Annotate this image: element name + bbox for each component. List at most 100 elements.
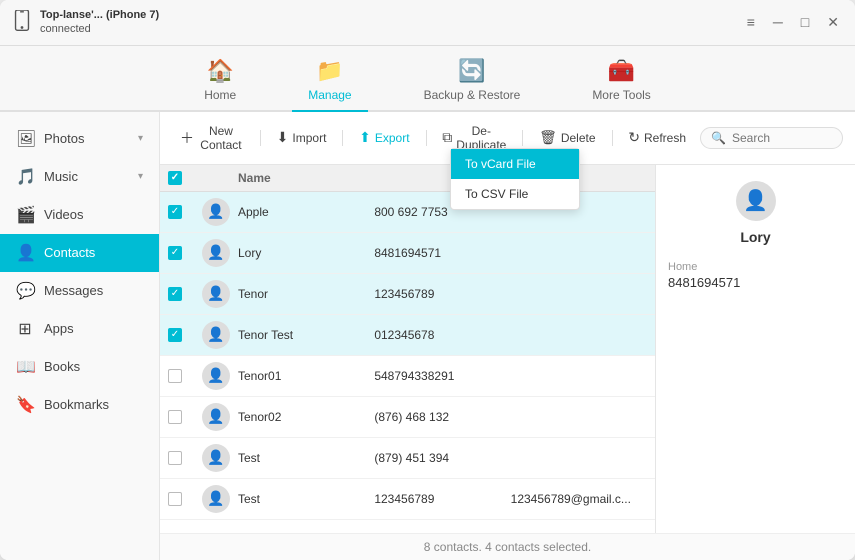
export-icon: ⬆ <box>359 129 371 146</box>
refresh-icon: ↻ <box>628 129 640 146</box>
music-expand-icon: ▾ <box>138 171 143 182</box>
avatar-1: 👤 <box>202 239 230 267</box>
checkbox-2[interactable]: ✓ <box>168 287 182 301</box>
row-phone-5: (876) 468 132 <box>374 410 510 424</box>
table-row[interactable]: 👤 Tenor02 (876) 468 132 <box>160 397 655 438</box>
detail-avatar-circle: 👤 <box>736 181 776 221</box>
sidebar-item-music[interactable]: 🎵 Music ▾ <box>0 158 159 196</box>
sep1 <box>260 130 261 146</box>
row-check-1: ✓ <box>168 246 202 260</box>
import-icon: ⬇ <box>277 129 289 146</box>
sidebar-item-bookmarks[interactable]: 🔖 Bookmarks <box>0 386 159 424</box>
sidebar-messages-label: Messages <box>44 283 103 298</box>
menu-button[interactable]: ≡ <box>743 12 759 32</box>
detail-name: Lory <box>668 229 843 245</box>
row-check-0: ✓ <box>168 205 202 219</box>
delete-button[interactable]: 🗑 Delete <box>531 125 603 150</box>
nav-item-backup[interactable]: 🔄 Backup & Restore <box>408 54 537 112</box>
select-all-checkbox[interactable]: ✓ <box>168 171 182 185</box>
avatar-3: 👤 <box>202 321 230 349</box>
table-row[interactable]: ✓ 👤 Tenor 123456789 <box>160 274 655 315</box>
sep4 <box>522 130 523 146</box>
row-avatar-7: 👤 <box>202 485 238 513</box>
top-nav: 🏠 Home 📁 Manage 🔄 Backup & Restore 🧰 Mor… <box>0 46 855 112</box>
row-name-7: Test <box>238 492 374 506</box>
import-label: Import <box>292 131 326 145</box>
checkbox-3[interactable]: ✓ <box>168 328 182 342</box>
sidebar-item-videos[interactable]: 🎬 Videos <box>0 196 159 234</box>
table-row[interactable]: ✓ 👤 Tenor Test 012345678 <box>160 315 655 356</box>
row-avatar-3: 👤 <box>202 321 238 349</box>
table-row[interactable]: ✓ 👤 Lory 8481694571 <box>160 233 655 274</box>
row-name-3: Tenor Test <box>238 328 374 342</box>
dropdown-item-vcard[interactable]: To vCard File <box>451 149 579 179</box>
nav-item-tools[interactable]: 🧰 More Tools <box>576 54 666 112</box>
row-phone-6: (879) 451 394 <box>374 451 510 465</box>
avatar-7: 👤 <box>202 485 230 513</box>
nav-backup-label: Backup & Restore <box>424 88 521 102</box>
checkbox-6[interactable] <box>168 451 182 465</box>
row-avatar-6: 👤 <box>202 444 238 472</box>
sidebar-books-label: Books <box>44 359 80 374</box>
nav-manage-label: Manage <box>308 88 351 102</box>
minimize-button[interactable]: ─ <box>769 12 787 32</box>
row-name-5: Tenor02 <box>238 410 374 424</box>
sidebar-item-apps[interactable]: ⊞ Apps <box>0 310 159 348</box>
table-row[interactable]: 👤 Test 123456789 123456789@gmail.c... <box>160 479 655 520</box>
sep5 <box>612 130 613 146</box>
checkbox-7[interactable] <box>168 492 182 506</box>
plus-icon: ＋ <box>180 128 194 148</box>
row-phone-1: 8481694571 <box>374 246 510 260</box>
dropdown-item-csv[interactable]: To CSV File <box>451 179 579 209</box>
sidebar-item-books[interactable]: 📖 Books <box>0 348 159 386</box>
table-row[interactable]: 👤 Test (879) 451 394 <box>160 438 655 479</box>
import-button[interactable]: ⬇ Import <box>269 125 335 150</box>
refresh-label: Refresh <box>644 131 686 145</box>
maximize-button[interactable]: □ <box>797 12 813 32</box>
export-button[interactable]: ⬆ Export <box>351 125 417 150</box>
nav-tools-label: More Tools <box>592 88 650 102</box>
table-area: ✓ Name Email ✓ 👤 Apple 800 692 7753 <box>160 165 855 533</box>
export-label: Export <box>375 131 410 145</box>
sidebar-item-contacts[interactable]: 👤 Contacts <box>0 234 159 272</box>
music-icon: 🎵 <box>16 167 34 187</box>
backup-icon: 🔄 <box>458 58 485 84</box>
nav-item-manage[interactable]: 📁 Manage <box>292 54 367 112</box>
checkbox-4[interactable] <box>168 369 182 383</box>
new-contact-button[interactable]: ＋ New Contact <box>172 120 252 156</box>
sidebar-item-photos[interactable]: 🖼 Photos ▾ <box>0 120 159 158</box>
messages-icon: 💬 <box>16 281 34 301</box>
checkbox-5[interactable] <box>168 410 182 424</box>
checkbox-0[interactable]: ✓ <box>168 205 182 219</box>
close-button[interactable]: ✕ <box>823 12 843 33</box>
row-check-6 <box>168 451 202 465</box>
avatar-0: 👤 <box>202 198 230 226</box>
photos-expand-icon: ▾ <box>138 133 143 144</box>
sidebar-photos-label: Photos <box>44 131 84 146</box>
search-input[interactable] <box>732 131 832 145</box>
table-row[interactable]: ✓ 👤 Apple 800 692 7753 <box>160 192 655 233</box>
home-icon: 🏠 <box>207 58 234 84</box>
row-avatar-5: 👤 <box>202 403 238 431</box>
books-icon: 📖 <box>16 357 34 377</box>
row-avatar-1: 👤 <box>202 239 238 267</box>
sep3 <box>426 130 427 146</box>
table-row[interactable]: 👤 Tenor01 548794338291 <box>160 356 655 397</box>
detail-phone: 8481694571 <box>668 275 843 290</box>
contact-table: ✓ Name Email ✓ 👤 Apple 800 692 7753 <box>160 165 655 533</box>
row-avatar-0: 👤 <box>202 198 238 226</box>
toolbar: ＋ New Contact ⬇ Import ⬆ Export ⧉ De-Dup… <box>160 112 855 165</box>
checkbox-1[interactable]: ✓ <box>168 246 182 260</box>
delete-icon: 🗑 <box>539 129 557 146</box>
table-header: ✓ Name Email <box>160 165 655 192</box>
tools-icon: 🧰 <box>608 58 635 84</box>
nav-item-home[interactable]: 🏠 Home <box>188 54 252 112</box>
device-info: Top-lanse'... (iPhone 7) connected <box>40 8 159 37</box>
refresh-button[interactable]: ↻ Refresh <box>620 125 694 150</box>
sidebar-videos-label: Videos <box>44 207 84 222</box>
main-content: 🖼 Photos ▾ 🎵 Music ▾ 🎬 Videos 👤 Contacts… <box>0 112 855 560</box>
sidebar-item-messages[interactable]: 💬 Messages <box>0 272 159 310</box>
sep2 <box>342 130 343 146</box>
detail-phone-label: Home <box>668 261 843 273</box>
title-bar-right: ≡ ─ □ ✕ <box>743 12 843 33</box>
